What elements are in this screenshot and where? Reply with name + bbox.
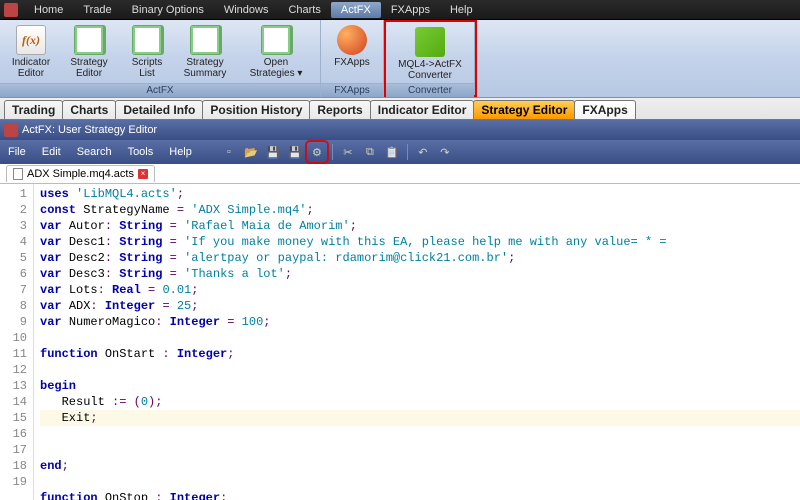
file-tab-label: ADX Simple.mq4.acts (27, 168, 134, 180)
editor-toolbar: ▫📂💾💾⚙✂⧉📋↶↷ (220, 143, 454, 161)
ribbon-btn-mql4-actfx[interactable]: MQL4->ActFXConverter (390, 25, 470, 83)
editor-menu-file[interactable]: File (0, 143, 34, 161)
editor-menu-search[interactable]: Search (69, 143, 120, 161)
code-line[interactable]: var NumeroMagico: Integer = 100; (40, 315, 270, 329)
save-icon[interactable]: 💾 (264, 143, 282, 161)
ribbon-btn-label: MQL4->ActFXConverter (398, 59, 462, 81)
code-line[interactable]: function OnStop : Integer; (40, 491, 227, 500)
menubar-item-windows[interactable]: Windows (214, 2, 279, 18)
tab-reports[interactable]: Reports (309, 100, 370, 119)
app-icon (4, 3, 18, 17)
arrows-icon (415, 27, 445, 57)
page-icon (190, 25, 220, 55)
editor-menu-help[interactable]: Help (161, 143, 200, 161)
line-gutter: 12345678910111213141516171819 (0, 184, 34, 500)
ribbon-btn-label: IndicatorEditor (12, 57, 50, 79)
code-line[interactable] (40, 331, 47, 345)
ribbon-btn-label: FXApps (334, 57, 370, 68)
page-icon (74, 25, 104, 55)
menubar-item-home[interactable]: Home (24, 2, 73, 18)
tab-trading[interactable]: Trading (4, 100, 63, 119)
undo-icon[interactable]: ↶ (414, 143, 432, 161)
saveall-icon[interactable]: 💾 (286, 143, 304, 161)
redo-icon[interactable]: ↷ (436, 143, 454, 161)
ribbon-btn-label: StrategySummary (184, 57, 227, 79)
code-line[interactable]: var Desc2: String = 'alertpay or paypal:… (40, 251, 515, 265)
code-line[interactable] (40, 475, 47, 489)
code-line[interactable]: const StrategyName = 'ADX Simple.mq4'; (40, 203, 314, 217)
code-line[interactable]: end; (40, 459, 69, 473)
tab-fxapps[interactable]: FXApps (574, 100, 635, 119)
code-editor[interactable]: 12345678910111213141516171819 uses 'LibM… (0, 184, 800, 500)
tab-strategy-editor[interactable]: Strategy Editor (473, 100, 575, 119)
ribbon-group-fxapps: FXApps FXApps (321, 20, 384, 97)
code-line[interactable]: var Desc3: String = 'Thanks a lot'; (40, 267, 292, 281)
menubar-item-actfx[interactable]: ActFX (331, 2, 381, 18)
ribbon-btn-strategy[interactable]: StrategySummary (178, 23, 232, 83)
menubar-item-help[interactable]: Help (440, 2, 483, 18)
ribbon-btn-strategy[interactable]: StrategyEditor (62, 23, 116, 83)
fx-icon: f(x) (16, 25, 46, 55)
close-icon[interactable]: × (138, 169, 148, 179)
editor-menubar: FileEditSearchToolsHelp ▫📂💾💾⚙✂⧉📋↶↷ (0, 140, 800, 164)
code-line[interactable]: var Lots: Real = 0.01; (40, 283, 198, 297)
code-line[interactable]: uses 'LibMQL4.acts'; (40, 187, 184, 201)
editor-menu-tools[interactable]: Tools (120, 143, 162, 161)
ball-icon (337, 25, 367, 55)
new-icon[interactable]: ▫ (220, 143, 238, 161)
subwindow-title: ActFX: User Strategy Editor (22, 124, 157, 136)
code-line[interactable]: begin (40, 379, 76, 393)
ribbon-group-actfx: f(x)IndicatorEditor StrategyEditor Scripts… (0, 20, 321, 97)
code-line[interactable] (40, 443, 47, 457)
page-icon (261, 25, 291, 55)
menubar-item-fxapps[interactable]: FXApps (381, 2, 440, 18)
subwindow-titlebar: ActFX: User Strategy Editor (0, 120, 800, 140)
tab-indicator-editor[interactable]: Indicator Editor (370, 100, 475, 119)
ribbon-btn-scripts[interactable]: ScriptsList (120, 23, 174, 83)
menubar-item-binary-options[interactable]: Binary Options (122, 2, 214, 18)
code-text[interactable]: uses 'LibMQL4.acts'; const StrategyName … (34, 184, 800, 500)
code-line[interactable]: Result := (0); (40, 395, 162, 409)
editor-menu-edit[interactable]: Edit (34, 143, 69, 161)
ribbon-group-converter: MQL4->ActFXConverter Converter (386, 22, 475, 95)
ribbon-group-label: FXApps (321, 83, 383, 97)
ribbon-btn-label: OpenStrategies ▾ (250, 57, 303, 79)
code-line[interactable]: var Desc1: String = 'If you make money w… (40, 235, 667, 249)
ribbon-group-label: Converter (386, 83, 474, 97)
page-icon (132, 25, 162, 55)
tab-position-history[interactable]: Position History (202, 100, 310, 119)
file-tab[interactable]: ADX Simple.mq4.acts × (6, 165, 155, 182)
ribbon-group-label: ActFX (0, 83, 320, 97)
subwindow-icon (4, 123, 18, 137)
file-tabs: ADX Simple.mq4.acts × (0, 164, 800, 184)
cut-icon[interactable]: ✂ (339, 143, 357, 161)
menubar-item-trade[interactable]: Trade (73, 2, 121, 18)
ribbon: f(x)IndicatorEditor StrategyEditor Scripts… (0, 20, 800, 98)
menubar-item-charts[interactable]: Charts (278, 2, 330, 18)
tab-charts[interactable]: Charts (62, 100, 116, 119)
ribbon-btn-fxapps[interactable]: FXApps (325, 23, 379, 83)
document-icon (13, 168, 23, 180)
code-line[interactable]: Exit; (40, 410, 800, 426)
ribbon-btn-label: ScriptsList (132, 57, 163, 79)
paste-icon[interactable]: 📋 (383, 143, 401, 161)
workspace-tabs: TradingChartsDetailed InfoPosition Histo… (0, 98, 800, 120)
copy-icon[interactable]: ⧉ (361, 143, 379, 161)
code-line[interactable]: var Autor: String = 'Rafael Maia de Amor… (40, 219, 357, 233)
separator (407, 144, 408, 160)
tab-detailed-info[interactable]: Detailed Info (115, 100, 203, 119)
ribbon-btn-open[interactable]: OpenStrategies ▾ (236, 23, 316, 83)
ribbon-btn-label: StrategyEditor (70, 57, 107, 79)
ribbon-btn-indicator[interactable]: f(x)IndicatorEditor (4, 23, 58, 83)
code-line[interactable] (40, 363, 47, 377)
main-menubar: HomeTradeBinary OptionsWindowsChartsActF… (0, 0, 800, 20)
code-line[interactable]: var ADX: Integer = 25; (40, 299, 198, 313)
code-line[interactable]: function OnStart : Integer; (40, 347, 234, 361)
compile-icon[interactable]: ⚙ (308, 143, 326, 161)
separator (332, 144, 333, 160)
open-icon[interactable]: 📂 (242, 143, 260, 161)
